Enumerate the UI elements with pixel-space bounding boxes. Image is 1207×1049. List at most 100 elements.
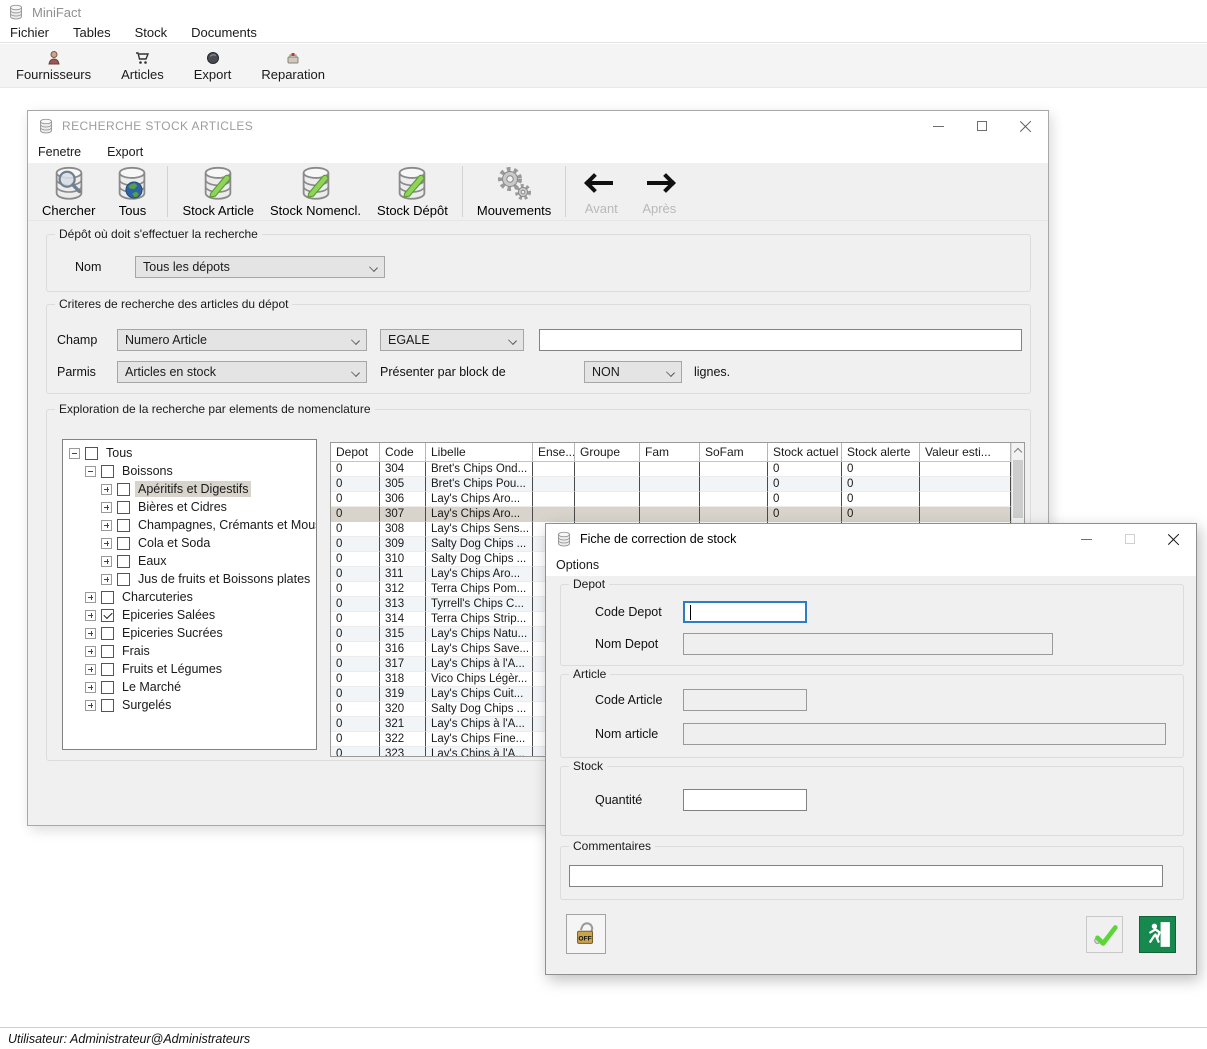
expand-icon[interactable] <box>101 484 112 495</box>
depot-select[interactable]: Tous les dépots <box>135 256 385 278</box>
parmis-select[interactable]: Articles en stock <box>117 361 367 383</box>
dialog-minimize-button[interactable] <box>1073 526 1099 552</box>
expand-icon[interactable] <box>85 682 96 693</box>
tree-item[interactable]: Fruits et Légumes <box>63 660 316 678</box>
search-value-input[interactable] <box>539 329 1022 351</box>
tree-checkbox[interactable] <box>117 483 130 496</box>
tous-button[interactable]: Tous <box>103 163 161 220</box>
dialog-close-button[interactable] <box>1161 526 1187 552</box>
tree-item[interactable]: Champagnes, Crémants et Mouss... <box>63 516 316 534</box>
column-header-8[interactable]: Stock alerte <box>842 443 920 461</box>
expand-icon[interactable] <box>101 520 112 531</box>
tree-item[interactable]: Bières et Cidres <box>63 498 316 516</box>
column-header-3[interactable]: Ense... <box>533 443 575 461</box>
tree-item[interactable]: Epiceries Salées <box>63 606 316 624</box>
tree-checkbox[interactable] <box>101 645 114 658</box>
mouvements-button[interactable]: Mouvements <box>469 163 559 220</box>
stock-article-button[interactable]: Stock Article <box>174 163 262 220</box>
exit-button[interactable] <box>1139 916 1176 953</box>
tree-checkbox[interactable] <box>101 627 114 640</box>
tree-checkbox[interactable] <box>101 699 114 712</box>
menu-documents[interactable]: Documents <box>191 24 257 42</box>
table-row-306[interactable]: 0306Lay's Chips Aro...00 <box>331 492 1011 507</box>
tree-checkbox[interactable] <box>101 465 114 478</box>
menu-stock[interactable]: Stock <box>135 24 168 42</box>
expand-icon[interactable] <box>85 610 96 621</box>
tree-checkbox[interactable] <box>101 681 114 694</box>
code-depot-input[interactable] <box>683 601 807 623</box>
block-select[interactable]: NON <box>584 361 682 383</box>
expand-icon[interactable] <box>85 592 96 603</box>
column-header-4[interactable]: Groupe <box>575 443 640 461</box>
minimize-button[interactable] <box>925 113 951 139</box>
column-header-1[interactable]: Code <box>380 443 426 461</box>
scroll-up-arrow[interactable] <box>1012 443 1024 458</box>
lock-toggle-button[interactable]: OFF <box>566 914 606 954</box>
menu-tables[interactable]: Tables <box>73 24 111 42</box>
operator-select[interactable]: EGALE <box>380 329 524 351</box>
tree-item[interactable]: Frais <box>63 642 316 660</box>
tree-checkbox[interactable] <box>117 519 130 532</box>
expand-icon[interactable] <box>85 646 96 657</box>
stock-nomencl-button[interactable]: Stock Nomencl. <box>262 163 369 220</box>
tree-item[interactable]: Boissons <box>63 462 316 480</box>
tree-item[interactable]: Apéritifs et Digestifs <box>63 480 316 498</box>
expand-icon[interactable] <box>85 700 96 711</box>
expand-icon[interactable] <box>101 556 112 567</box>
menu-fichier[interactable]: Fichier <box>10 24 49 42</box>
column-header-2[interactable]: Libelle <box>426 443 533 461</box>
fournisseurs-button[interactable]: Fournisseurs <box>6 44 101 87</box>
expand-icon[interactable] <box>101 502 112 513</box>
tree-checkbox[interactable] <box>85 447 98 460</box>
expand-icon[interactable] <box>85 664 96 675</box>
collapse-icon[interactable] <box>69 448 80 459</box>
tree-checkbox[interactable] <box>117 537 130 550</box>
tree-item[interactable]: Cola et Soda <box>63 534 316 552</box>
tree-checkbox[interactable] <box>117 501 130 514</box>
tree-item[interactable]: Le Marché <box>63 678 316 696</box>
validate-button[interactable] <box>1086 916 1123 953</box>
commentaires-input[interactable] <box>569 865 1163 887</box>
maximize-button[interactable] <box>969 113 995 139</box>
tree-item[interactable]: Jus de fruits et Boissons plates <box>63 570 316 588</box>
reparation-button[interactable]: Reparation <box>251 44 335 87</box>
collapse-icon[interactable] <box>85 466 96 477</box>
search-window-titlebar[interactable]: RECHERCHE STOCK ARTICLES <box>28 111 1048 141</box>
champ-select[interactable]: Numero Article <box>117 329 367 351</box>
articles-button[interactable]: Articles <box>111 44 174 87</box>
nomenclature-tree[interactable]: TousBoissonsApéritifs et DigestifsBières… <box>62 439 317 750</box>
tree-item[interactable]: Tous <box>63 444 316 462</box>
table-row-304[interactable]: 0304Bret's Chips Ond...00 <box>331 462 1011 477</box>
column-header-9[interactable]: Valeur esti... <box>920 443 1011 461</box>
tree-item[interactable]: Epiceries Sucrées <box>63 624 316 642</box>
quantite-input[interactable] <box>683 789 807 811</box>
menu-options[interactable]: Options <box>556 556 599 574</box>
tree-item[interactable]: Surgelés <box>63 696 316 714</box>
dialog-titlebar[interactable]: Fiche de correction de stock <box>546 524 1196 554</box>
expand-icon[interactable] <box>85 628 96 639</box>
avant-button[interactable]: Avant <box>572 163 630 220</box>
tree-checkbox[interactable] <box>101 591 114 604</box>
column-header-5[interactable]: Fam <box>640 443 700 461</box>
close-button[interactable] <box>1013 113 1039 139</box>
chercher-button[interactable]: Chercher <box>34 163 103 220</box>
scroll-thumb[interactable] <box>1013 460 1023 518</box>
table-row-305[interactable]: 0305Bret's Chips Pou...00 <box>331 477 1011 492</box>
tree-checkbox[interactable] <box>101 609 114 622</box>
column-header-6[interactable]: SoFam <box>700 443 768 461</box>
table-row-307[interactable]: 0307Lay's Chips Aro...00 <box>331 507 1011 522</box>
expand-icon[interactable] <box>101 574 112 585</box>
menu-export-window[interactable]: Export <box>107 143 143 161</box>
apres-button[interactable]: Après <box>630 163 688 220</box>
tree-checkbox[interactable] <box>117 573 130 586</box>
tree-checkbox[interactable] <box>101 663 114 676</box>
column-header-7[interactable]: Stock actuel <box>768 443 842 461</box>
column-header-0[interactable]: Depot <box>331 443 380 461</box>
expand-icon[interactable] <box>101 538 112 549</box>
stock-depot-button[interactable]: Stock Dépôt <box>369 163 456 220</box>
export-button[interactable]: Export <box>184 44 242 87</box>
tree-checkbox[interactable] <box>117 555 130 568</box>
tree-item[interactable]: Eaux <box>63 552 316 570</box>
tree-item[interactable]: Charcuteries <box>63 588 316 606</box>
menu-fenetre[interactable]: Fenetre <box>38 143 81 161</box>
